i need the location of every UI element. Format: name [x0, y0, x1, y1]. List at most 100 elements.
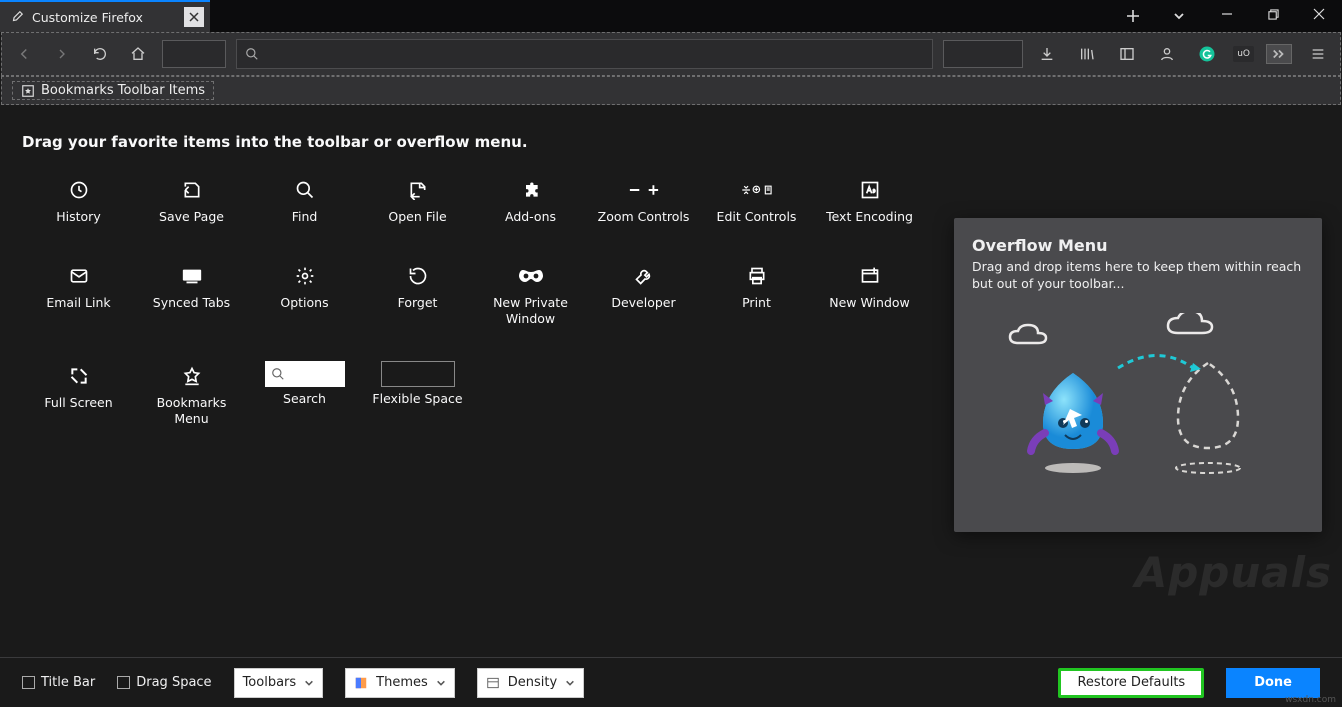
fullscreen-icon — [63, 361, 95, 391]
done-button[interactable]: Done — [1226, 668, 1320, 698]
overflow-chevron-button[interactable] — [1266, 44, 1292, 64]
tabs-list-button[interactable] — [1162, 2, 1196, 30]
back-button[interactable] — [10, 40, 38, 68]
palette-item-zoom[interactable]: Zoom Controls — [587, 169, 700, 255]
downloads-button[interactable] — [1033, 40, 1061, 68]
palette-label: Email Link — [46, 295, 110, 311]
window-minimize-button[interactable] — [1204, 0, 1250, 28]
palette-item-fullscreen[interactable]: Full Screen — [22, 355, 135, 441]
attribution: wsxdn.com — [1285, 695, 1336, 705]
toolbar-placeholder-2[interactable] — [943, 40, 1023, 68]
save-icon — [176, 175, 208, 205]
palette-label: New PrivateWindow — [493, 295, 568, 326]
palette-item-forget[interactable]: Forget — [361, 255, 474, 341]
palette-item-puzzle[interactable]: Add-ons — [474, 169, 587, 255]
new-tab-button[interactable] — [1116, 2, 1150, 30]
palette-item-find[interactable]: Find — [248, 169, 361, 255]
overflow-illustration — [972, 313, 1304, 483]
search-icon — [245, 47, 259, 61]
palette-item-newwin[interactable]: New Window — [813, 255, 926, 341]
overflow-menu-panel[interactable]: Overflow Menu Drag and drop items here t… — [954, 218, 1322, 532]
reload-button[interactable] — [86, 40, 114, 68]
window-close-button[interactable] — [1296, 0, 1342, 28]
palette-item-clock[interactable]: History — [22, 169, 135, 255]
toolbar-placeholder-1[interactable] — [162, 40, 226, 68]
tab-title: Customize Firefox — [32, 10, 143, 25]
mail-icon — [63, 261, 95, 291]
find-icon — [289, 175, 321, 205]
forget-icon — [402, 261, 434, 291]
instruction-text: Drag your favorite items into the toolba… — [22, 133, 1320, 151]
forward-button[interactable] — [48, 40, 76, 68]
palette-label: Text Encoding — [826, 209, 913, 225]
dragspace-checkbox[interactable]: Drag Space — [117, 675, 211, 690]
home-button[interactable] — [124, 40, 152, 68]
customize-palette: History Save Page Find Open File Add-ons Zoom… — [22, 169, 962, 455]
bookmarks-icon — [21, 84, 35, 98]
palette-item-private[interactable]: New PrivateWindow — [474, 255, 587, 355]
palette-item-searchslot[interactable]: Search — [248, 355, 361, 441]
density-dropdown[interactable]: Density — [477, 668, 584, 698]
palette-label: Print — [742, 295, 771, 311]
search-address-bar[interactable] — [236, 39, 933, 69]
bookmarks-toolbar: Bookmarks Toolbar Items — [1, 76, 1341, 105]
palette-label: Developer — [611, 295, 675, 311]
search-slot — [265, 361, 345, 387]
bmkmenu-icon — [176, 361, 208, 391]
watermark: Appuals — [1135, 548, 1332, 597]
overflow-description: Drag and drop items here to keep them wi… — [972, 259, 1304, 293]
private-icon — [515, 261, 547, 291]
palette-item-print[interactable]: Print — [700, 255, 813, 341]
window-maximize-button[interactable] — [1250, 0, 1296, 28]
palette-label: Add-ons — [505, 209, 556, 225]
palette-label: Forget — [398, 295, 438, 311]
customize-main: Drag your favorite items into the toolba… — [0, 105, 1342, 657]
palette-label: Find — [292, 209, 318, 225]
palette-label: History — [56, 209, 100, 225]
palette-label: Zoom Controls — [598, 209, 690, 225]
palette-item-save[interactable]: Save Page — [135, 169, 248, 255]
app-menu-button[interactable] — [1304, 40, 1332, 68]
overflow-title: Overflow Menu — [972, 236, 1304, 255]
palette-label: Search — [283, 391, 326, 407]
palette-item-openfile[interactable]: Open File — [361, 169, 474, 255]
palette-item-bmkmenu[interactable]: BookmarksMenu — [135, 355, 248, 455]
account-button[interactable] — [1153, 40, 1181, 68]
density-icon — [486, 676, 500, 690]
palette-label: Full Screen — [44, 395, 112, 411]
tab-close-button[interactable] — [184, 7, 204, 27]
titlebar: Customize Firefox — [0, 0, 1342, 32]
zoom-icon — [628, 175, 660, 205]
palette-item-gear[interactable]: Options — [248, 255, 361, 341]
palette-label: BookmarksMenu — [157, 395, 227, 426]
brush-icon — [10, 10, 24, 24]
tab-customize[interactable]: Customize Firefox — [0, 0, 210, 32]
nav-toolbar: uO — [1, 32, 1341, 76]
clock-icon — [63, 175, 95, 205]
ublock-button[interactable]: uO — [1233, 46, 1254, 62]
palette-item-mail[interactable]: Email Link — [22, 255, 135, 341]
palette-item-synced[interactable]: Synced Tabs — [135, 255, 248, 341]
titlebar-checkbox[interactable]: Title Bar — [22, 675, 95, 690]
palette-label: Options — [280, 295, 328, 311]
print-icon — [741, 261, 773, 291]
bookmarks-toolbar-items[interactable]: Bookmarks Toolbar Items — [12, 81, 214, 100]
themes-dropdown[interactable]: Themes — [345, 668, 455, 698]
encoding-icon — [854, 175, 886, 205]
grammarly-button[interactable] — [1193, 40, 1221, 68]
palette-item-encoding[interactable]: Text Encoding — [813, 169, 926, 255]
palette-label: New Window — [829, 295, 910, 311]
bookmarks-toolbar-label: Bookmarks Toolbar Items — [41, 83, 205, 98]
palette-label: Open File — [388, 209, 446, 225]
openfile-icon — [402, 175, 434, 205]
palette-item-flexspace[interactable]: Flexible Space — [361, 355, 474, 441]
palette-item-edit[interactable]: Edit Controls — [700, 169, 813, 255]
library-button[interactable] — [1073, 40, 1101, 68]
palette-item-wrench[interactable]: Developer — [587, 255, 700, 341]
puzzle-icon — [515, 175, 547, 205]
sidebar-button[interactable] — [1113, 40, 1141, 68]
palette-label: Flexible Space — [372, 391, 462, 407]
customize-footer: Title Bar Drag Space Toolbars Themes Den… — [0, 657, 1342, 707]
toolbars-dropdown[interactable]: Toolbars — [234, 668, 324, 698]
restore-defaults-button[interactable]: Restore Defaults — [1058, 668, 1204, 698]
